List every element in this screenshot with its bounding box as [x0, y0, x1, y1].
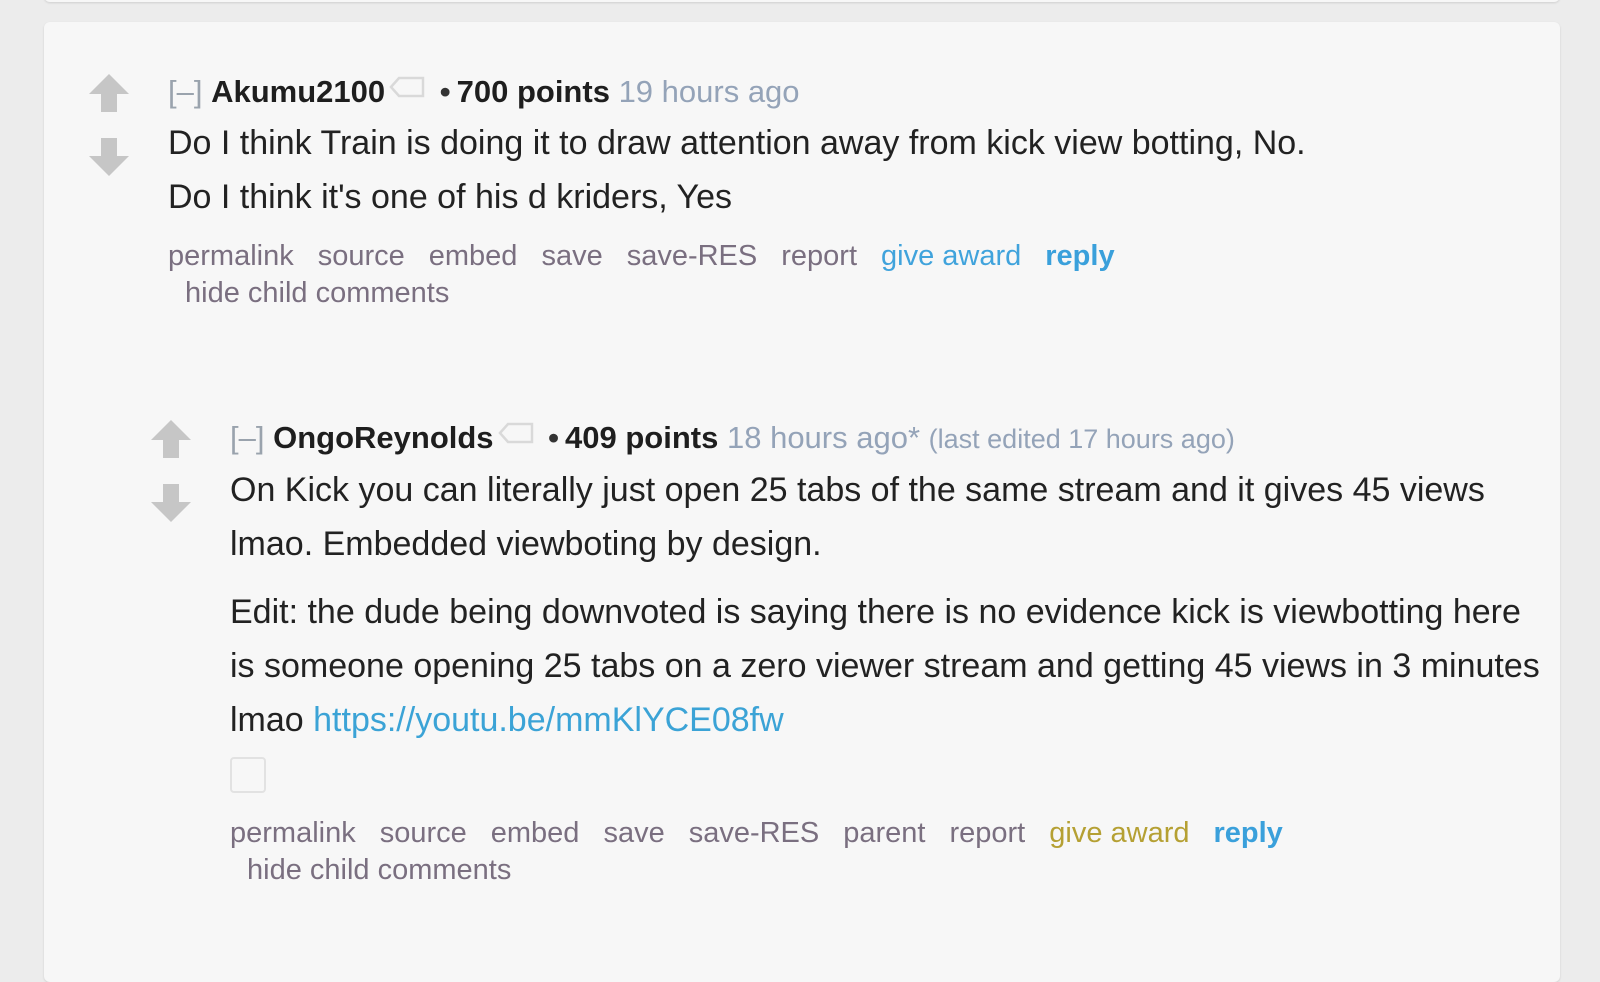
previous-comment-card	[44, 0, 1560, 2]
comment-action-buttons: permalink source embed save save-RES parent re…	[230, 815, 1550, 889]
save-button[interactable]: save	[541, 240, 602, 272]
comment: [–] Akumu2100 • 700 points 19 hours ago D…	[86, 70, 1546, 390]
downvote-arrow-icon[interactable]	[86, 134, 132, 180]
report-button[interactable]: report	[781, 240, 857, 272]
comment-timestamp: 19 hours ago	[618, 74, 800, 109]
permalink-button[interactable]: permalink	[230, 817, 356, 849]
comment-timestamp: 18 hours ago*	[726, 420, 921, 455]
comment-paragraph: Do I think Train is doing it to draw att…	[168, 124, 1306, 162]
comment-body: On Kick you can literally just open 25 t…	[230, 463, 1550, 747]
source-button[interactable]: source	[380, 817, 467, 849]
upvote-arrow-icon[interactable]	[148, 416, 194, 462]
user-tag-icon[interactable]	[389, 70, 425, 106]
comment-score: 700 points	[456, 74, 610, 109]
embed-expando-box[interactable]	[230, 757, 266, 793]
hide-child-comments-button[interactable]: hide child comments	[168, 275, 1524, 312]
comment-paragraph: On Kick you can literally just open 25 t…	[230, 471, 1485, 563]
parent-button[interactable]: parent	[843, 817, 925, 849]
give-award-button[interactable]: give award	[1049, 817, 1189, 849]
report-button[interactable]: report	[949, 817, 1025, 849]
comment: [–] OngoReynolds • 409 points 18 hours ag…	[148, 416, 1548, 936]
comment-tagline: [–] OngoReynolds • 409 points 18 hours ag…	[230, 416, 1550, 457]
reply-button[interactable]: reply	[1045, 240, 1114, 272]
downvote-arrow-icon[interactable]	[148, 480, 194, 526]
source-button[interactable]: source	[318, 240, 405, 272]
save-button[interactable]: save	[603, 817, 664, 849]
reply-button[interactable]: reply	[1214, 817, 1283, 849]
save-res-button[interactable]: save-RES	[689, 817, 820, 849]
user-tag-icon[interactable]	[497, 416, 534, 452]
comment-action-buttons: permalink source embed save save-RES report gi…	[168, 238, 1548, 312]
comment-author[interactable]: Akumu2100	[211, 74, 385, 109]
comment-entry: [–] Akumu2100 • 700 points 19 hours ago D…	[168, 70, 1548, 312]
comment-paragraph: Edit: the dude being downvoted is saying…	[230, 585, 1550, 747]
separator-bullet: •	[548, 420, 560, 455]
comment-score: 409 points	[565, 420, 719, 455]
collapse-toggle[interactable]: [–]	[168, 74, 202, 109]
comment-body: Do I think Train is doing it to draw att…	[168, 116, 1548, 224]
embed-button[interactable]: embed	[429, 240, 518, 272]
give-award-button[interactable]: give award	[881, 240, 1021, 272]
upvote-arrow-icon[interactable]	[86, 70, 132, 116]
collapse-toggle[interactable]: [–]	[230, 420, 264, 455]
comment-thread-card: [–] Akumu2100 • 700 points 19 hours ago D…	[44, 22, 1560, 982]
save-res-button[interactable]: save-RES	[627, 240, 758, 272]
separator-bullet: •	[439, 74, 451, 109]
comment-entry: [–] OngoReynolds • 409 points 18 hours ag…	[230, 416, 1550, 889]
comment-paragraph: Do I think it's one of his d kriders, Ye…	[168, 178, 733, 216]
comment-tagline: [–] Akumu2100 • 700 points 19 hours ago	[168, 70, 1548, 110]
permalink-button[interactable]: permalink	[168, 240, 294, 272]
hide-child-comments-button[interactable]: hide child comments	[230, 852, 1526, 889]
youtube-link[interactable]: https://youtu.be/mmKlYCE08fw	[313, 701, 784, 739]
edited-timestamp: (last edited 17 hours ago)	[928, 424, 1235, 454]
embed-button[interactable]: embed	[491, 817, 580, 849]
comment-author[interactable]: OngoReynolds	[273, 420, 493, 455]
